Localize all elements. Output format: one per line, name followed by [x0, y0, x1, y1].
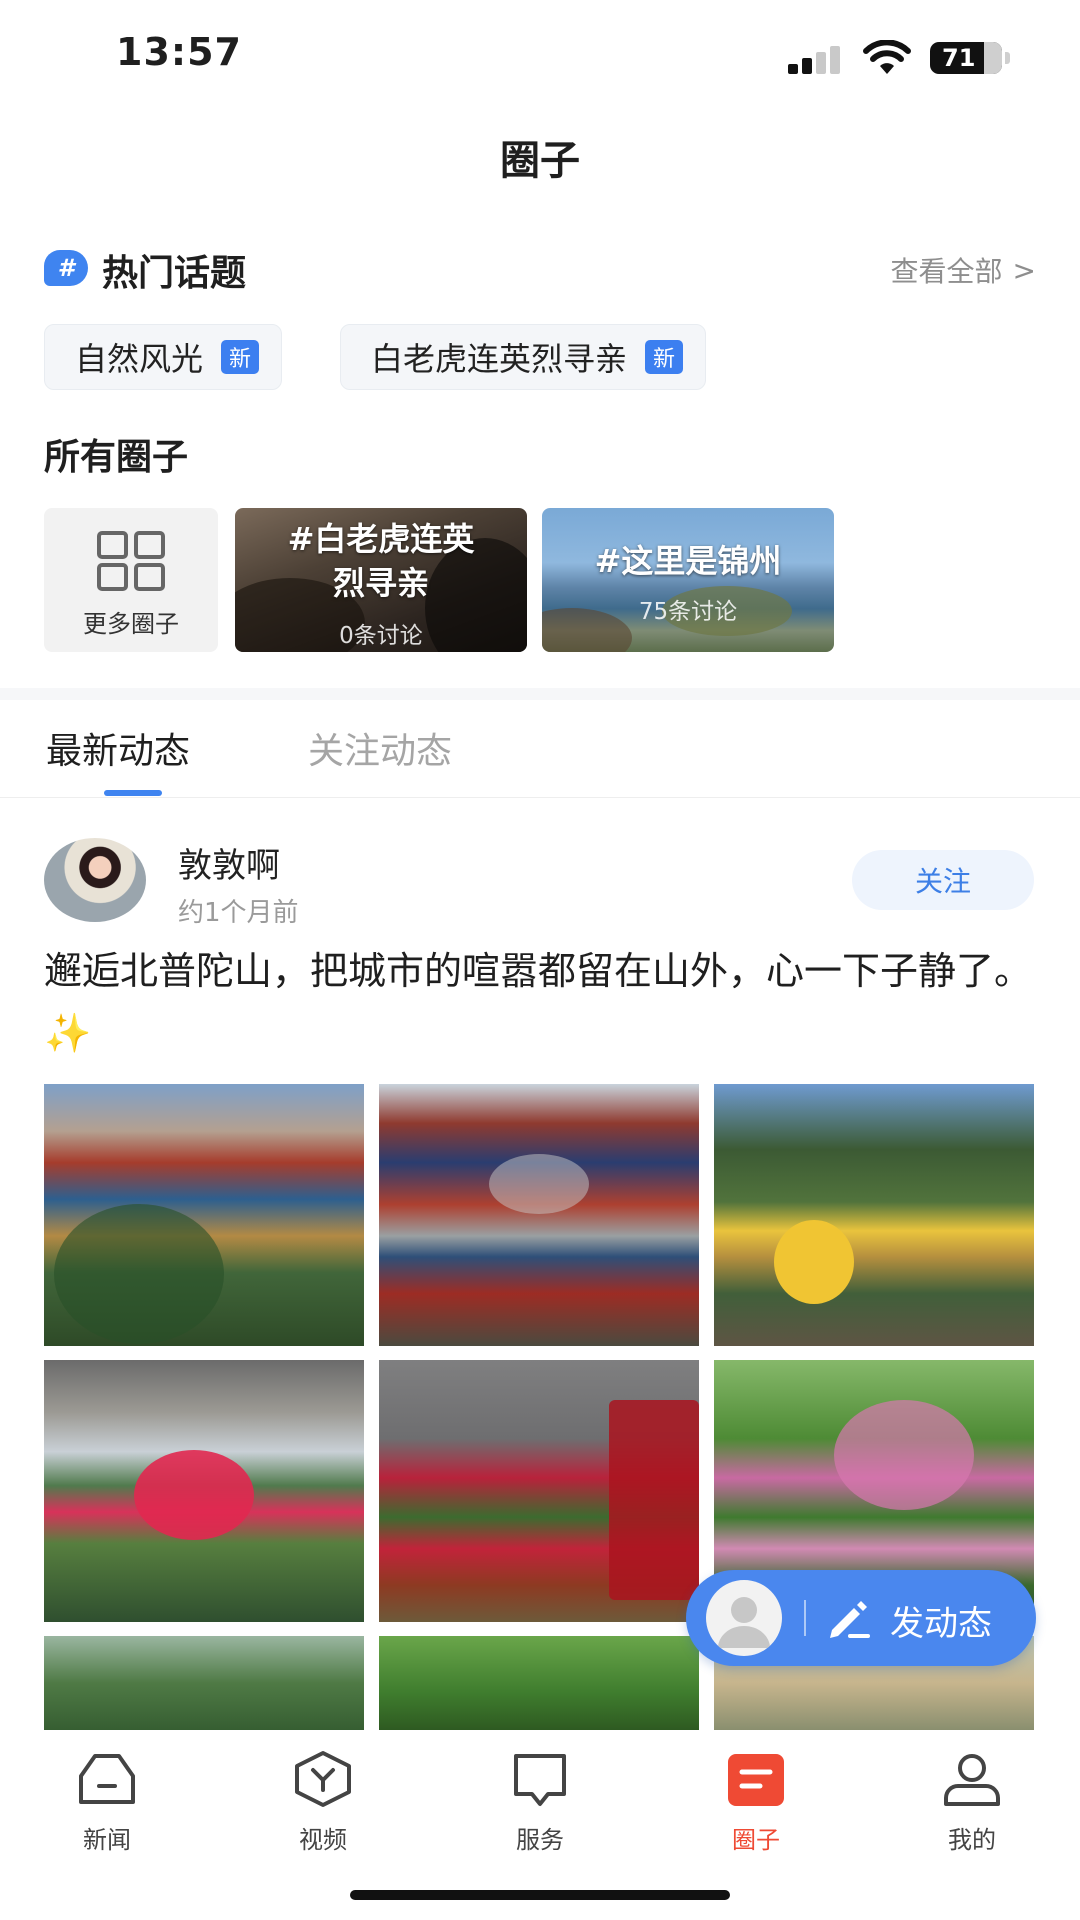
tab-divider	[0, 797, 1080, 798]
wifi-icon	[863, 40, 911, 74]
follow-button[interactable]: 关注	[852, 850, 1034, 910]
user-avatar	[706, 1580, 782, 1656]
circle-card-name-line2: 烈寻亲	[332, 564, 429, 602]
post-text: 邂逅北普陀山，把城市的喧嚣都留在山外，心一下子静了。 ✨	[44, 940, 1040, 1064]
pencil-icon	[830, 1601, 870, 1638]
circle-card-name-line1: #白老虎连英	[287, 520, 475, 558]
author-name[interactable]: 敦敦啊	[178, 838, 280, 887]
nav-item-profile[interactable]: 我的	[892, 1750, 1052, 1855]
video-icon	[295, 1751, 351, 1807]
news-icon	[79, 1754, 135, 1804]
status-time: 13:57	[116, 30, 242, 74]
topic-chip-nature[interactable]: 自然风光 新	[44, 324, 283, 390]
view-all-link[interactable]: 查看全部 >	[891, 250, 1036, 290]
nav-label: 视频	[299, 1826, 347, 1854]
topic-chip-white-tiger[interactable]: 白老虎连英烈寻亲 新	[340, 324, 707, 390]
publish-post-button[interactable]: 发动态	[686, 1570, 1036, 1666]
status-bar: 13:57 71	[0, 0, 1080, 110]
new-badge: 新	[221, 340, 260, 374]
page-title: 圈子	[500, 138, 580, 184]
circle-card-discussions: 0条讨论	[339, 623, 423, 649]
battery-level: 71	[942, 44, 976, 72]
post-photo[interactable]	[379, 1084, 699, 1346]
nav-item-service[interactable]: 服务	[460, 1750, 620, 1855]
circle-card-jinzhou[interactable]: #这里是锦州 75条讨论	[542, 508, 834, 652]
more-circles-button[interactable]: 更多圈子	[44, 508, 218, 652]
home-indicator[interactable]	[350, 1890, 730, 1900]
service-icon	[514, 1754, 566, 1806]
topic-chip-label: 白老虎连英烈寻亲	[371, 340, 628, 378]
chevron-right-icon: >	[1012, 253, 1036, 287]
cellular-signal-icon	[788, 46, 844, 74]
post-photo[interactable]	[714, 1084, 1034, 1346]
nav-label: 服务	[516, 1826, 564, 1854]
all-circles-title: 所有圈子	[44, 437, 189, 478]
grid-icon	[97, 531, 165, 591]
topic-chip-label: 自然风光	[75, 340, 204, 378]
nav-label: 我的	[948, 1826, 996, 1854]
circle-card-white-tiger[interactable]: #白老虎连英 烈寻亲 0条讨论	[235, 508, 527, 652]
view-all-label: 查看全部	[890, 255, 1003, 288]
nav-item-video[interactable]: 视频	[243, 1750, 403, 1855]
publish-post-label: 发动态	[890, 1604, 992, 1644]
post-photo[interactable]	[44, 1360, 364, 1622]
hot-topics-header: # 热门话题 查看全部 >	[44, 240, 1036, 296]
fab-separator	[804, 1600, 806, 1636]
nav-label: 圈子	[732, 1826, 780, 1854]
profile-icon	[944, 1754, 1000, 1806]
nav-item-news[interactable]: 新闻	[27, 1750, 187, 1855]
post-photo[interactable]	[44, 1084, 364, 1346]
tab-following[interactable]: 关注动态	[308, 722, 452, 774]
section-divider	[0, 688, 1080, 700]
circle-card-name: #这里是锦州	[594, 542, 782, 580]
sparkle-emoji: ✨	[44, 1011, 92, 1055]
post-photo[interactable]	[379, 1636, 699, 1730]
default-avatar-icon	[718, 1597, 770, 1648]
hot-topics-title: 热门话题	[102, 253, 247, 294]
more-circles-label: 更多圈子	[83, 610, 179, 638]
new-badge: 新	[645, 340, 684, 374]
tab-latest[interactable]: 最新动态	[46, 722, 190, 774]
post-body: 邂逅北普陀山，把城市的喧嚣都留在山外，心一下子静了。	[44, 949, 1033, 993]
post-time: 约1个月前	[178, 898, 299, 928]
post-photo[interactable]	[44, 1636, 364, 1730]
post-photo[interactable]	[379, 1360, 699, 1622]
nav-item-circle[interactable]: 圈子	[676, 1750, 836, 1855]
hash-icon: #	[44, 250, 88, 286]
author-avatar[interactable]	[44, 838, 146, 922]
circle-card-discussions: 75条讨论	[638, 599, 738, 625]
nav-label: 新闻	[83, 1826, 131, 1854]
battery-icon: 71	[930, 42, 1010, 74]
active-tab-indicator	[104, 790, 162, 796]
circle-icon	[728, 1754, 784, 1806]
